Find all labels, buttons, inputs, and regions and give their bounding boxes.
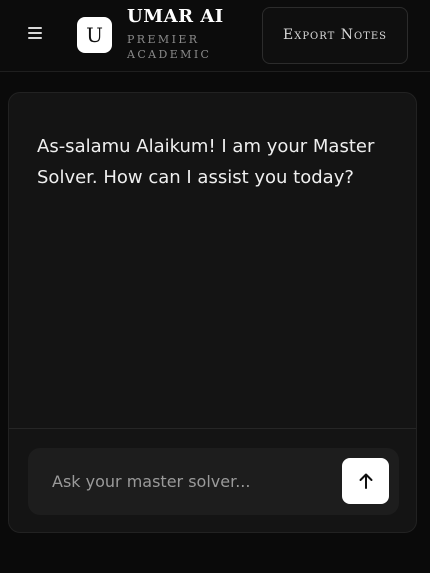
menu-icon[interactable] — [28, 25, 46, 43]
app-header: U UMAR AI Premier Academic Export Notes — [0, 0, 430, 72]
chat-input-container — [28, 448, 399, 515]
chat-panel: As-salamu Alaikum! I am your Master Solv… — [8, 92, 417, 533]
divider — [9, 428, 416, 429]
app-title: UMAR AI — [127, 6, 224, 27]
send-button[interactable] — [342, 458, 389, 504]
logo: U — [77, 17, 112, 53]
chat-input[interactable] — [52, 448, 332, 515]
export-notes-button[interactable]: Export Notes — [262, 7, 408, 64]
assistant-message: As-salamu Alaikum! I am your Master Solv… — [37, 136, 375, 188]
arrow-up-icon — [359, 473, 372, 489]
app-subtitle: Premier Academic — [127, 33, 212, 61]
